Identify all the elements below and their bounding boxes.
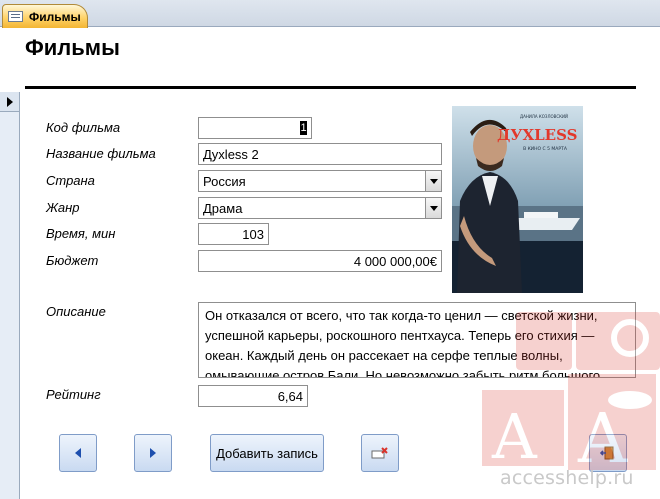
label-description: Описание <box>46 304 106 319</box>
duration-field[interactable]: 103 <box>198 223 269 245</box>
form-icon <box>8 11 23 22</box>
poster-title: ДУХLESS 2 <box>497 126 583 144</box>
duration-value: 103 <box>242 226 264 242</box>
chevron-down-icon <box>429 205 438 211</box>
label-code: Код фильма <box>46 120 121 135</box>
country-combo[interactable]: Россия <box>198 170 442 192</box>
genre-value: Драма <box>203 200 243 216</box>
record-selector[interactable] <box>0 92 20 112</box>
genre-combo[interactable]: Драма <box>198 197 442 219</box>
current-record-icon <box>7 97 13 107</box>
country-dropdown-button[interactable] <box>425 171 441 191</box>
poster-actor: ДАНИЛА КОЗЛОВСКИЙ <box>520 114 568 119</box>
movie-poster: ДАНИЛА КОЗЛОВСКИЙ ДУХLESS 2 В КИНО С 5 М… <box>452 106 583 293</box>
label-genre: Жанр <box>46 200 80 215</box>
arrow-left-icon <box>75 448 81 458</box>
next-record-button[interactable] <box>134 434 172 472</box>
label-country: Страна <box>46 173 95 188</box>
arrow-right-icon <box>150 448 156 458</box>
form-films: Фильмы Код фильма Название фильма Страна… <box>0 28 660 499</box>
add-record-label: Добавить запись <box>216 445 318 461</box>
record-selector-bar[interactable] <box>0 92 20 499</box>
label-budget: Бюджет <box>46 253 99 268</box>
genre-dropdown-button[interactable] <box>425 198 441 218</box>
rating-field[interactable]: 6,64 <box>198 385 308 407</box>
form-title: Фильмы <box>25 35 120 60</box>
poster-subtitle: В КИНО С 5 МАРТА <box>523 146 568 152</box>
code-value: 1 <box>300 121 307 135</box>
document-tab-strip: Фильмы <box>0 0 660 28</box>
tab-label: Фильмы <box>29 9 81 24</box>
poster-image: ДАНИЛА КОЗЛОВСКИЙ ДУХLESS 2 В КИНО С 5 М… <box>452 106 583 293</box>
budget-value: 4 000 000,00€ <box>353 253 437 269</box>
chevron-down-icon <box>429 178 438 184</box>
watermark-text: accesshelp.ru <box>500 467 634 489</box>
header-divider <box>25 86 636 89</box>
delete-record-button[interactable] <box>361 434 399 472</box>
code-field[interactable]: 1 <box>198 117 312 139</box>
delete-record-icon <box>371 447 388 459</box>
previous-record-button[interactable] <box>59 434 97 472</box>
label-rating: Рейтинг <box>46 387 101 402</box>
budget-field[interactable]: 4 000 000,00€ <box>198 250 442 272</box>
name-value: Дyxless 2 <box>203 146 259 162</box>
rating-value: 6,64 <box>277 388 303 404</box>
exit-door-icon <box>600 446 614 460</box>
tab-films[interactable]: Фильмы <box>2 4 88 28</box>
label-name: Название фильма <box>46 146 156 161</box>
label-duration: Время, мин <box>46 226 116 241</box>
description-field[interactable]: Он отказался от всего, что так когда-то … <box>198 302 636 378</box>
name-field[interactable]: Дyxless 2 <box>198 143 442 165</box>
country-value: Россия <box>203 173 246 189</box>
add-record-button[interactable]: Добавить запись <box>210 434 324 472</box>
